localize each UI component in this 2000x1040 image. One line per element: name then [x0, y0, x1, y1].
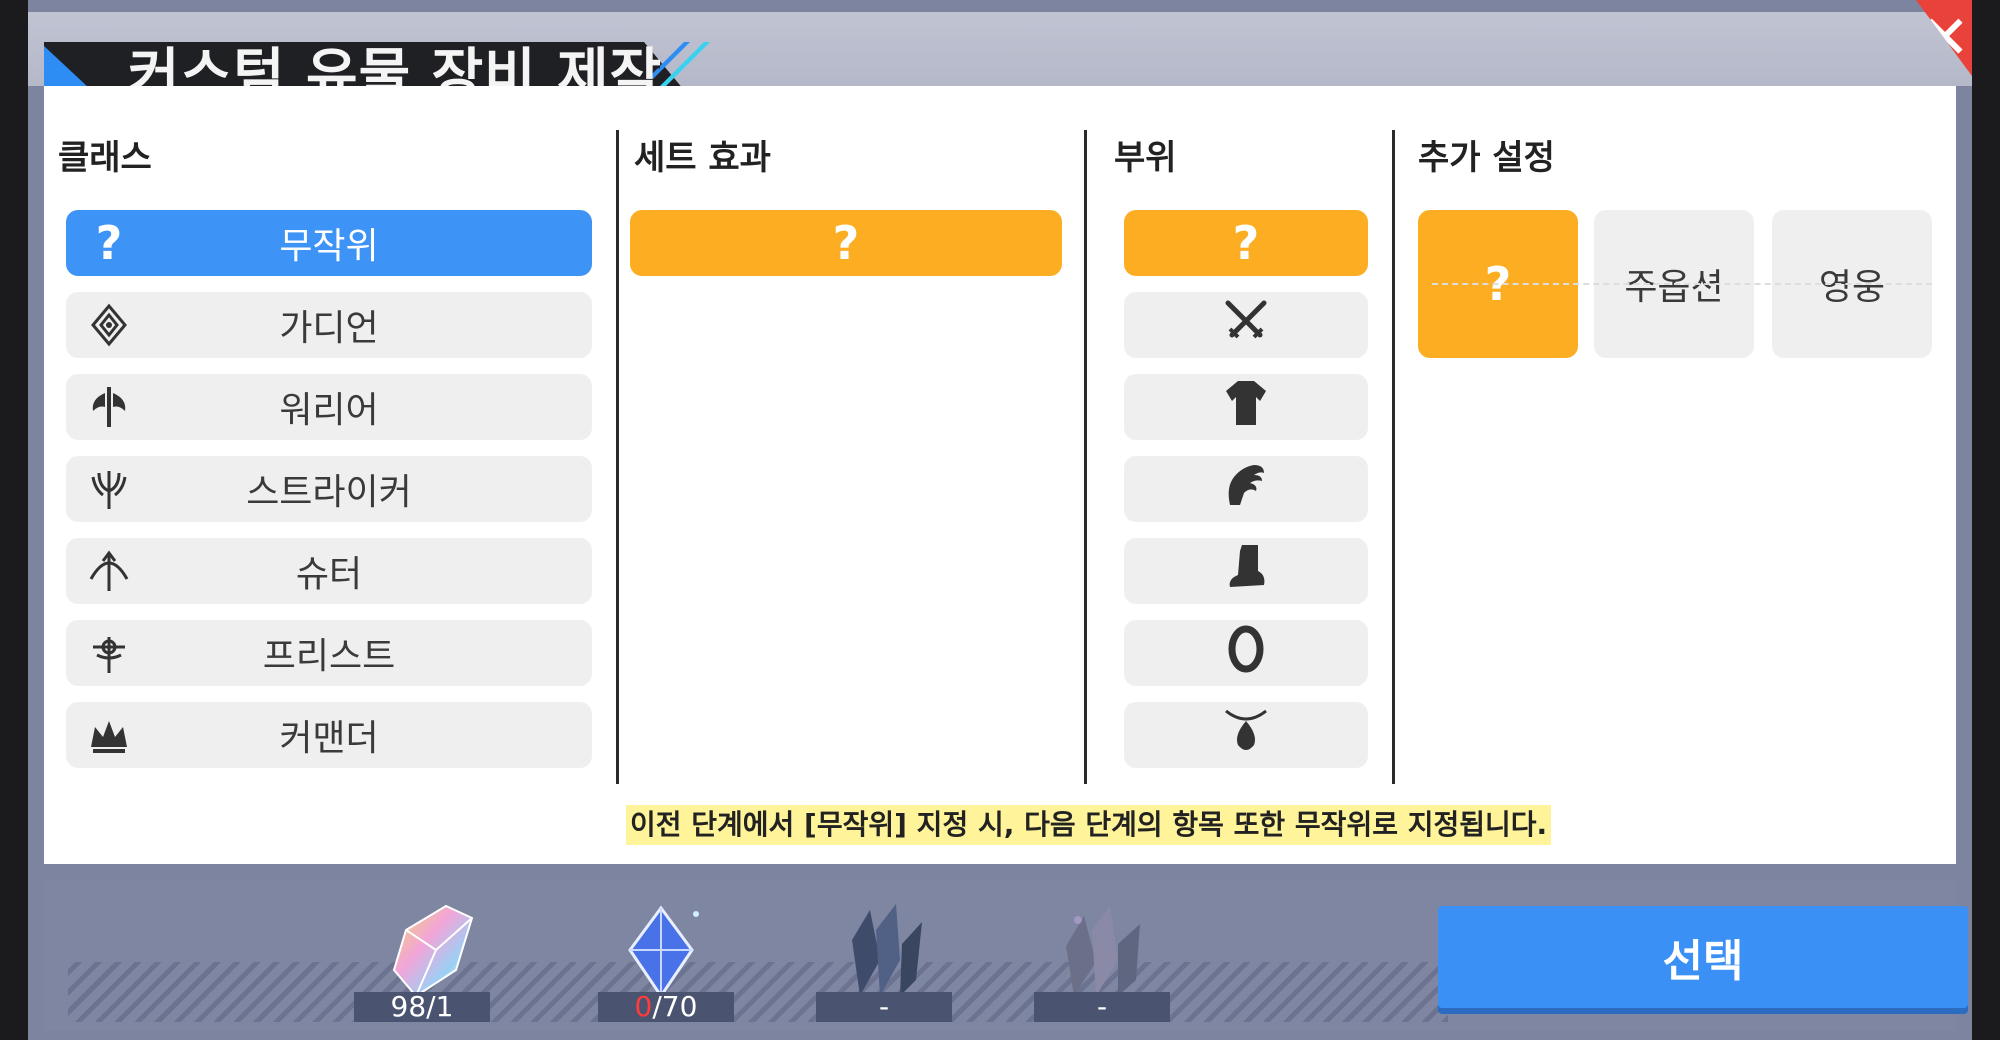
craft-dialog: 커스텀 유물 장비 제작 ✕ 클래스 ? 무작위 가디언 워리어 스트라이커 슈… — [28, 0, 1972, 1040]
content-panel: 클래스 ? 무작위 가디언 워리어 스트라이커 슈터 프리스트 커맨더 세트 효… — [44, 86, 1956, 864]
part-option-weapon[interactable] — [1124, 292, 1368, 358]
part-option-boots[interactable] — [1124, 538, 1368, 604]
boot-icon — [1220, 541, 1272, 602]
class-option-priest[interactable]: 프리스트 — [66, 620, 592, 686]
class-option-label: 가디언 — [279, 308, 379, 349]
class-option-label: 프리스트 — [262, 636, 396, 677]
armor-tunic-icon — [1220, 377, 1272, 438]
class-column-label: 클래스 — [58, 138, 152, 178]
blue-gem-icon — [606, 900, 716, 1000]
class-option-shooter[interactable]: 슈터 — [66, 538, 592, 604]
part-option-random[interactable]: ? — [1124, 210, 1368, 276]
resource-counter: 98/1 — [354, 992, 490, 1022]
part-option-gloves[interactable] — [1124, 456, 1368, 522]
question-icon: ? — [832, 216, 860, 270]
notice-text: 이전 단계에서 [무작위] 지정 시, 다음 단계의 항목 또한 무작위로 지정… — [626, 805, 1552, 845]
gauntlet-icon — [1220, 459, 1272, 520]
shooter-bow-icon — [86, 548, 132, 594]
class-option-label: 무작위 — [279, 226, 379, 267]
question-icon: ? — [95, 216, 123, 270]
resource-counter: - — [1034, 992, 1170, 1022]
class-option-label: 커맨더 — [279, 718, 379, 759]
column-divider — [1392, 130, 1395, 784]
part-option-armor[interactable] — [1124, 374, 1368, 440]
divider-dashed — [1432, 283, 1932, 285]
bottom-hatch-pattern — [68, 962, 1448, 1022]
question-icon: ? — [1232, 216, 1260, 270]
extra-column-label: 추가 설정 — [1418, 138, 1555, 178]
select-button[interactable]: 선택 — [1438, 906, 1968, 1008]
part-column-label: 부위 — [1114, 138, 1177, 178]
class-option-warrior[interactable]: 워리어 — [66, 374, 592, 440]
class-option-striker[interactable]: 스트라이커 — [66, 456, 592, 522]
resource-counter: 0/70 — [598, 992, 734, 1022]
part-option-ring[interactable] — [1124, 620, 1368, 686]
crossed-swords-icon — [1220, 295, 1272, 356]
ring-icon — [1220, 623, 1272, 684]
resource-counter: - — [816, 992, 952, 1022]
part-option-necklace[interactable] — [1124, 702, 1368, 768]
guardian-emblem-icon — [86, 302, 132, 348]
striker-trident-icon — [86, 466, 132, 512]
prismatic-crystal-cluster-icon — [1048, 900, 1158, 1000]
priest-cross-icon — [86, 630, 132, 676]
class-option-random[interactable]: ? 무작위 — [66, 210, 592, 276]
column-divider — [1084, 130, 1087, 784]
column-divider — [616, 130, 619, 784]
class-option-guardian[interactable]: 가디언 — [66, 292, 592, 358]
necklace-pendant-icon — [1220, 705, 1272, 766]
class-option-commander[interactable]: 커맨더 — [66, 702, 592, 768]
class-option-label: 스트라이커 — [246, 472, 412, 513]
rainbow-crystal-icon — [376, 900, 486, 1000]
set-effect-option-random[interactable]: ? — [630, 210, 1062, 276]
dark-crystal-cluster-icon — [830, 900, 940, 1000]
class-option-label: 슈터 — [295, 554, 363, 595]
commander-crown-icon — [86, 712, 132, 758]
class-option-label: 워리어 — [279, 390, 379, 431]
set-effect-column-label: 세트 효과 — [634, 138, 771, 178]
warrior-axe-icon — [86, 384, 132, 430]
